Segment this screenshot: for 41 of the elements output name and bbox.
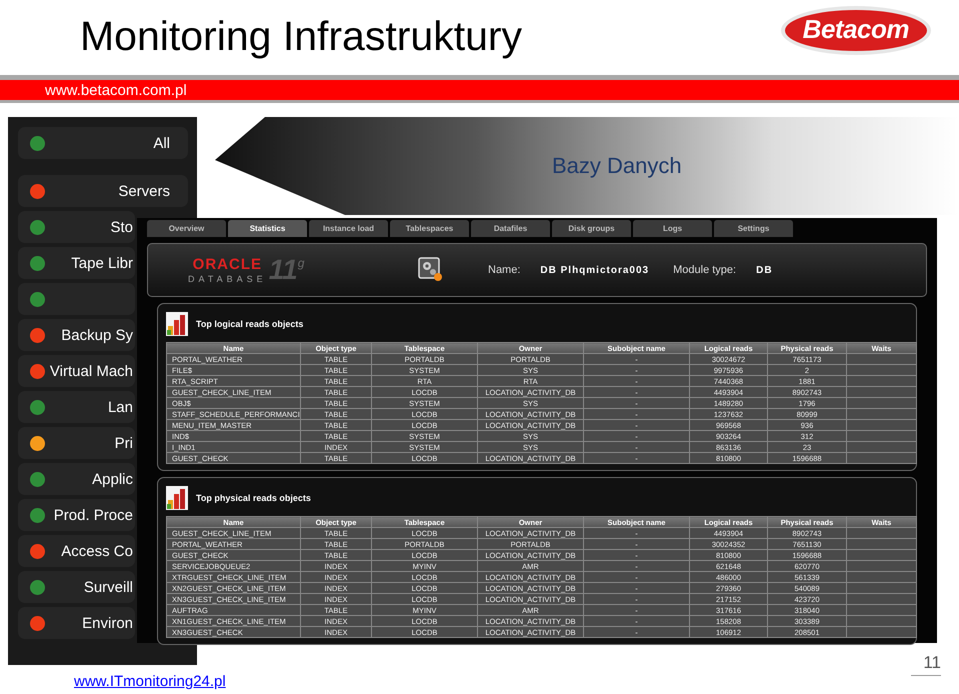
sidebar-item[interactable]: Prod. Proce <box>18 499 135 531</box>
tab[interactable]: Tablespaces <box>390 220 469 237</box>
version-suffix: g <box>298 256 304 270</box>
sidebar-item[interactable]: Backup Sy <box>18 319 135 351</box>
website-url: www.betacom.com.pl <box>45 82 187 98</box>
sidebar-item[interactable]: Virtual Mach <box>18 355 135 387</box>
panel-title: Top physical reads objects <box>196 493 311 503</box>
bar-chart-icon <box>166 312 188 336</box>
module-type-value: DB <box>756 264 773 276</box>
product-name: DATABASE <box>188 274 267 284</box>
bar-chart-icon <box>166 486 188 510</box>
sidebar-item[interactable]: Sto <box>18 211 135 243</box>
tab[interactable]: Instance load <box>309 220 388 237</box>
name-value: DB Plhqmictora003 <box>540 264 650 276</box>
panel-title: Top logical reads objects <box>196 319 304 329</box>
tab[interactable]: Statistics <box>228 220 307 237</box>
tab[interactable]: Disk groups <box>552 220 631 237</box>
sidebar-item[interactable]: Servers <box>18 175 188 207</box>
tab[interactable]: Logs <box>633 220 712 237</box>
tab[interactable]: Settings <box>714 220 793 237</box>
version-number: 11 <box>268 256 298 284</box>
module-type-label: Module type: <box>673 264 736 276</box>
sidebar-item[interactable]: Access Co <box>18 535 135 567</box>
sidebar-item[interactable]: All <box>18 127 188 159</box>
gear-icon <box>418 257 444 283</box>
footer-link[interactable]: www.ITmonitoring24.pl <box>74 673 226 690</box>
sidebar-item[interactable] <box>18 283 135 315</box>
sidebar-item[interactable]: Environ <box>18 607 135 639</box>
section-title: Bazy Danych <box>552 153 682 179</box>
sidebar-item[interactable]: Tape Libr <box>18 247 135 279</box>
slide-title: Monitoring Infrastruktury <box>80 13 522 60</box>
sidebar-item[interactable]: Applic <box>18 463 135 495</box>
oracle-logo-text: ORACLE <box>192 256 262 273</box>
name-label: Name: <box>488 264 520 276</box>
tab[interactable]: Overview <box>147 220 226 237</box>
sidebar-item[interactable]: Pri <box>18 427 135 459</box>
company-logo: Betacom <box>780 6 931 55</box>
sidebar-item[interactable]: Lan <box>18 391 135 423</box>
tab[interactable]: Datafiles <box>471 220 550 237</box>
sidebar-item[interactable]: Surveill <box>18 571 135 603</box>
page-number: 11 <box>911 653 941 676</box>
